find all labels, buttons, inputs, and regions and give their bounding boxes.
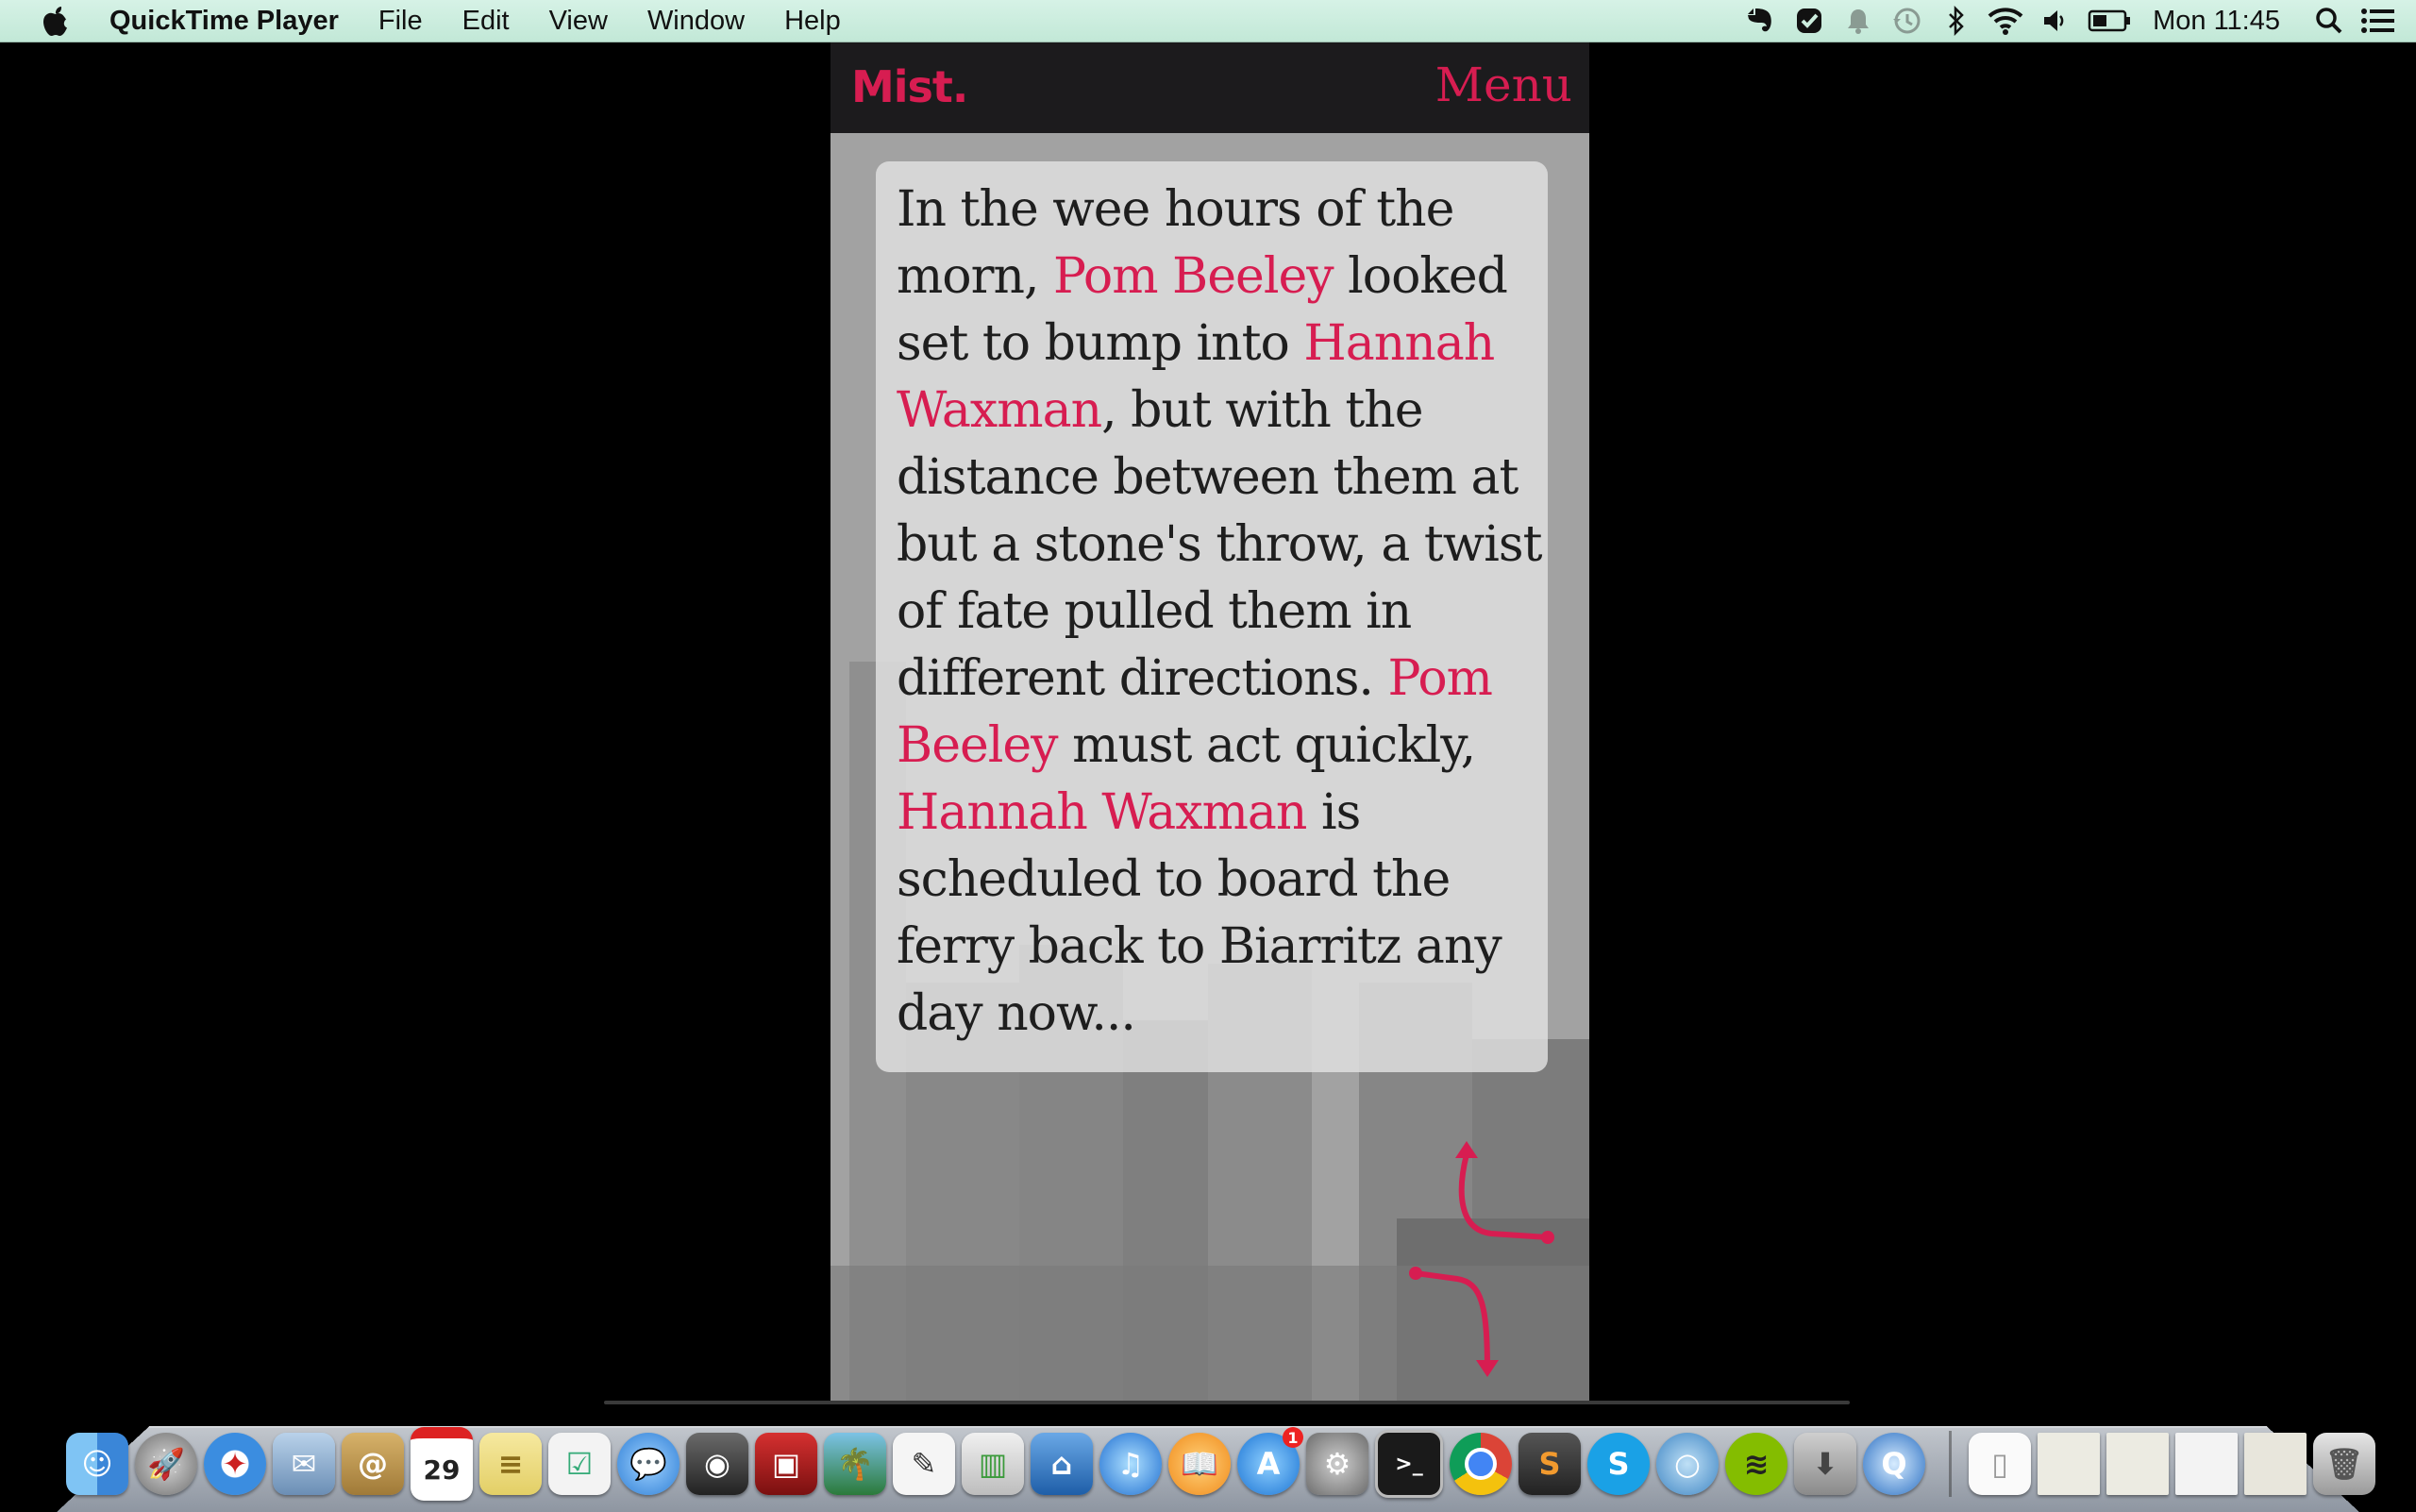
facetime-icon[interactable]: ◉ [686, 1433, 748, 1495]
checkmark-badge-icon[interactable] [1785, 0, 1834, 42]
chat-icon[interactable]: ○ [1656, 1433, 1719, 1495]
story-text: In the wee hours of the morn, Pom Beeley… [897, 176, 1557, 1048]
quicktime-player-window: Mist. Menu In the wee hours of the morn,… [0, 42, 2416, 1402]
help-menu[interactable]: Help [764, 6, 861, 37]
branching-arrows-icon[interactable] [1406, 1135, 1567, 1381]
reminders-icon[interactable]: ☑ [548, 1433, 611, 1495]
minimized-window-1-icon[interactable] [2038, 1433, 2100, 1495]
view-menu[interactable]: View [529, 6, 628, 37]
app-name-menu[interactable]: QuickTime Player [102, 6, 359, 37]
downloads-icon[interactable]: ⬇ [1794, 1433, 1856, 1495]
spotify-icon[interactable]: ≋ [1725, 1433, 1787, 1495]
evernote-icon[interactable] [1736, 0, 1785, 42]
menu-button[interactable]: Menu [1435, 58, 1572, 112]
character-link[interactable]: Pom Beeley [1053, 248, 1334, 305]
contacts-icon[interactable]: @ [342, 1433, 404, 1495]
launchpad-icon[interactable]: 🚀 [135, 1433, 197, 1495]
wifi-icon[interactable] [1981, 0, 2030, 42]
time-machine-icon[interactable] [1883, 0, 1932, 42]
notification-bell-icon[interactable] [1834, 0, 1883, 42]
video-frame: Mist. Menu In the wee hours of the morn,… [830, 42, 1589, 1402]
menu-bar: QuickTime Player File Edit View Window H… [0, 0, 2416, 42]
menubar-clock[interactable]: Mon 11:45 [2139, 6, 2305, 37]
battery-icon[interactable] [2079, 0, 2139, 42]
system-preferences-icon[interactable]: ⚙ [1306, 1433, 1368, 1495]
keynote-icon[interactable]: ⌂ [1031, 1433, 1093, 1495]
iphoto-icon[interactable]: 🌴 [824, 1433, 886, 1495]
dock-separator [1949, 1431, 1952, 1497]
quicktime-icon[interactable]: Q [1863, 1433, 1925, 1495]
window-menu[interactable]: Window [628, 6, 764, 37]
safari-icon[interactable]: ✦ [204, 1433, 266, 1495]
chrome-icon[interactable] [1450, 1433, 1512, 1495]
volume-icon[interactable] [2030, 0, 2079, 42]
character-link[interactable]: Hannah Waxman [897, 784, 1307, 841]
sublime-text-icon[interactable]: S [1518, 1433, 1581, 1495]
apple-logo-icon[interactable] [36, 5, 76, 37]
mail-icon[interactable]: ✉ [273, 1433, 335, 1495]
app-store-icon[interactable]: A1 [1237, 1427, 1303, 1495]
brand-logo[interactable]: Mist. [851, 61, 968, 112]
notes-icon[interactable]: ≡ [479, 1433, 542, 1495]
trash-icon[interactable]: 🗑 [2313, 1433, 2375, 1495]
edit-menu[interactable]: Edit [443, 6, 529, 37]
list-icon[interactable] [2354, 0, 2403, 42]
terminal-icon[interactable]: >_ [1375, 1430, 1443, 1498]
itunes-icon[interactable]: ♫ [1099, 1433, 1162, 1495]
bluetooth-icon[interactable] [1932, 0, 1981, 42]
finder-icon[interactable]: ☺ [66, 1433, 128, 1495]
minimized-window-3-icon[interactable] [2175, 1433, 2238, 1495]
document-icon[interactable]: ▯ [1969, 1433, 2031, 1495]
messages-icon[interactable]: 💬 [617, 1433, 680, 1495]
file-menu[interactable]: File [359, 6, 443, 37]
app-header: Mist. Menu [830, 42, 1589, 133]
window-resize-edge [604, 1401, 1850, 1404]
photo-booth-icon[interactable]: ▣ [755, 1433, 817, 1495]
story-text-part: must act quickly, [1057, 717, 1476, 774]
minimized-window-2-icon[interactable] [2106, 1433, 2169, 1495]
status-area: Mon 11:45 [1736, 0, 2416, 42]
textedit-icon[interactable]: ✎ [893, 1433, 955, 1495]
numbers-icon[interactable]: ▥ [962, 1433, 1024, 1495]
app-store-badge: 1 [1283, 1427, 1303, 1448]
ibooks-icon[interactable]: 📖 [1168, 1433, 1231, 1495]
skype-icon[interactable]: S [1587, 1433, 1650, 1495]
minimized-window-4-icon[interactable] [2244, 1433, 2307, 1495]
calendar-icon[interactable]: 29 [411, 1427, 473, 1501]
dock: ☺ 🚀 ✦ ✉ @ 29 ≡ ☑ 💬 ◉ ▣ 🌴 ✎ ▥ ⌂ ♫ 📖 A1 ⚙ … [66, 1425, 2375, 1503]
search-icon[interactable] [2305, 0, 2354, 42]
